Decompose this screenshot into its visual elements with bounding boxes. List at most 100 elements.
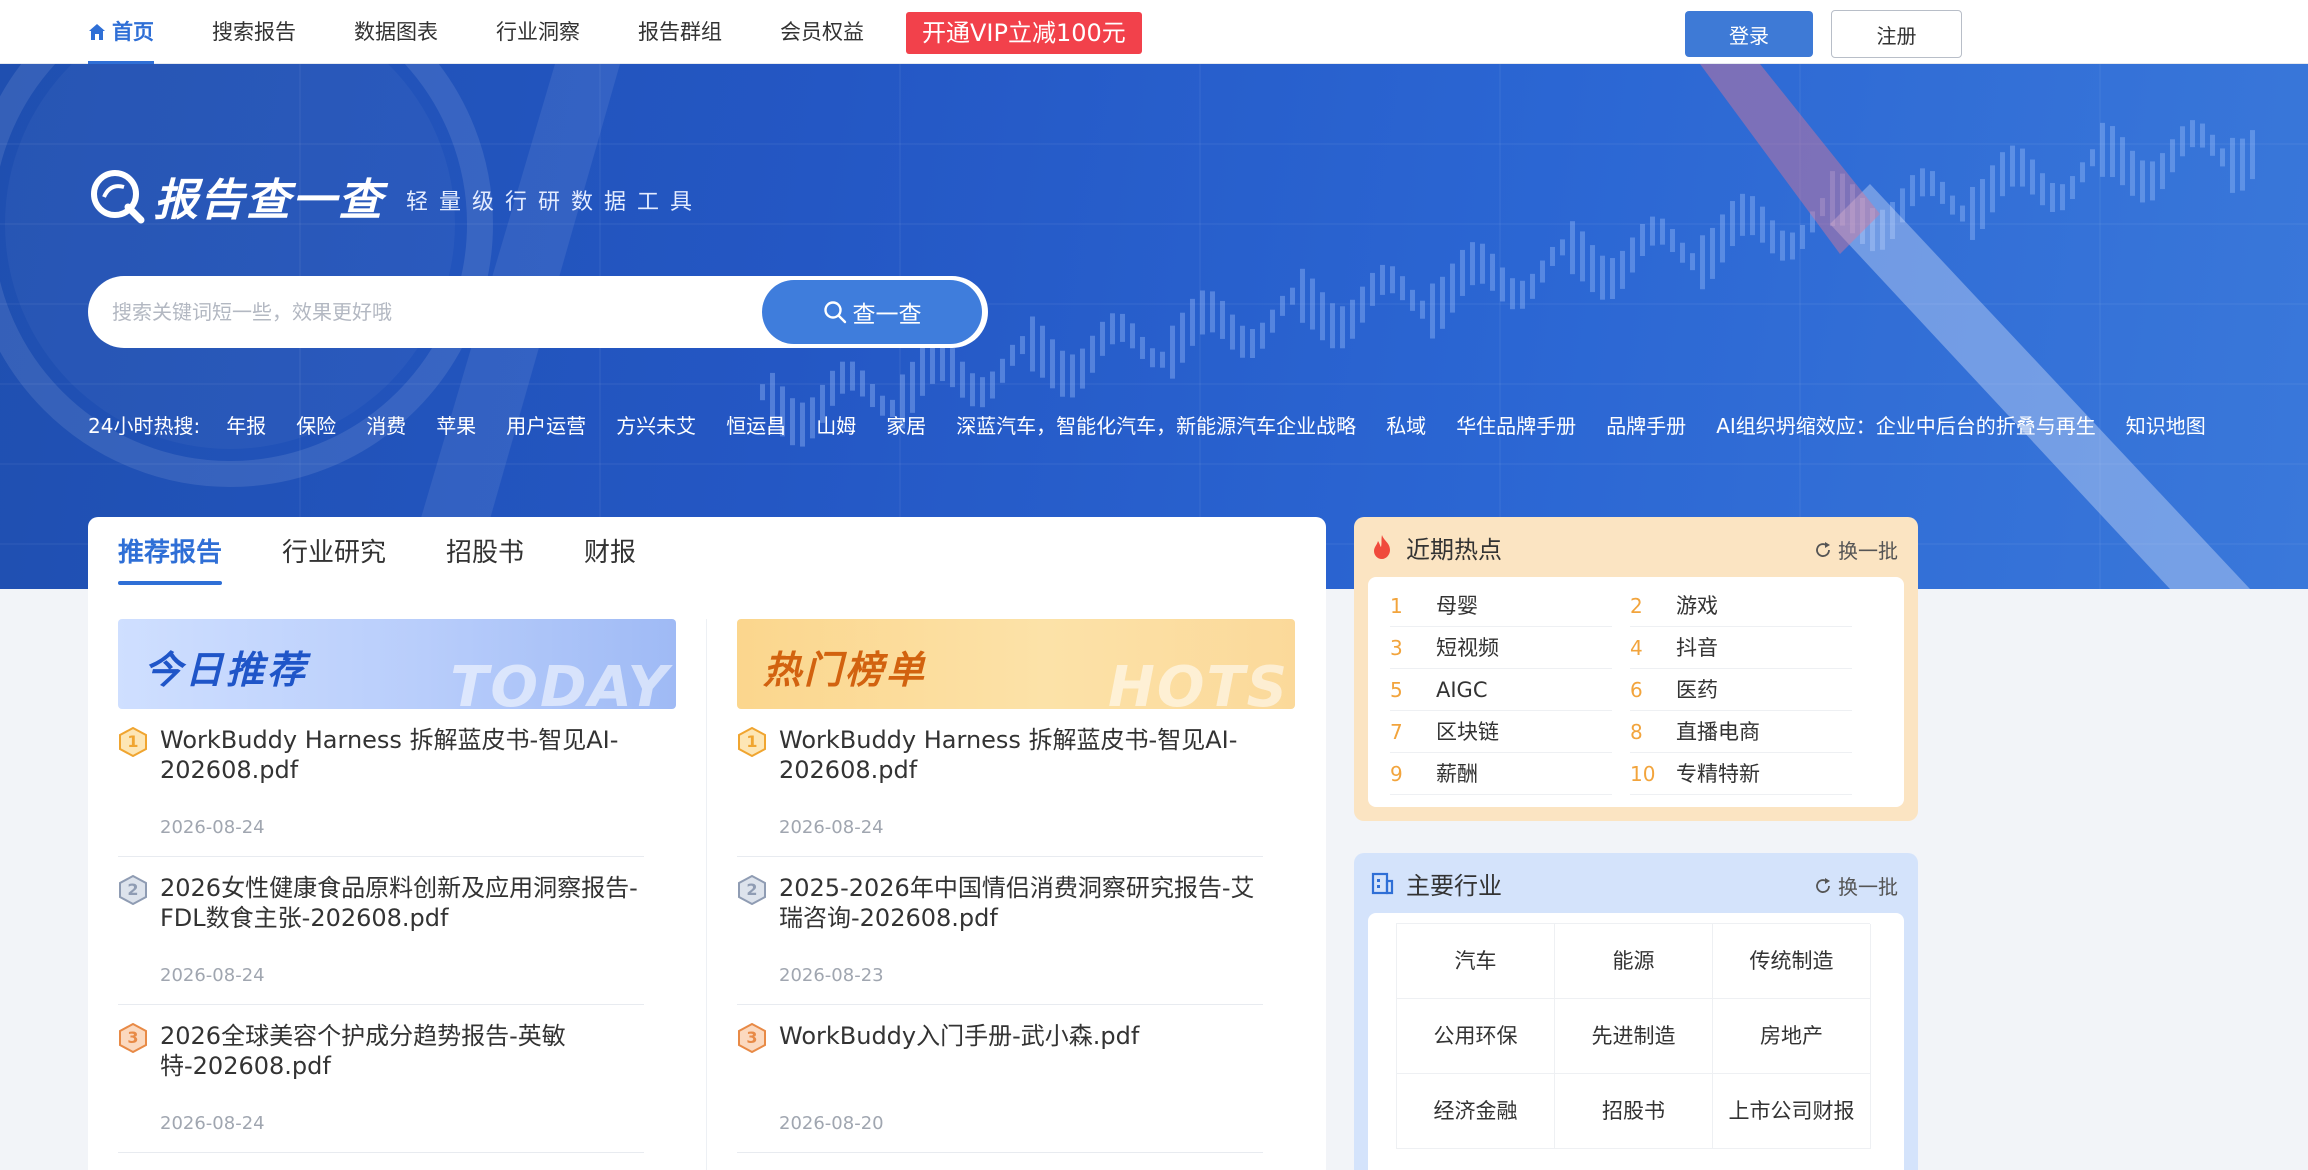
hot-topic-number: 2 xyxy=(1630,594,1643,618)
hot-search-keyword[interactable]: 方兴未艾 xyxy=(616,410,696,439)
hot-topic-number: 1 xyxy=(1390,594,1403,618)
industry-cell[interactable]: 公用环保 xyxy=(1397,999,1555,1074)
main-industry-refresh-button[interactable]: 换一批 xyxy=(1814,871,1898,900)
industry-cell[interactable]: 汽车 xyxy=(1397,924,1555,999)
hots-banner-title: 热门榜单 xyxy=(763,648,928,692)
hot-topic-item[interactable]: 8 直播电商 xyxy=(1630,711,1852,753)
hot-search-keyword[interactable]: 品牌手册 xyxy=(1606,410,1686,439)
hot-search-keyword[interactable]: 年报 xyxy=(226,410,266,439)
hot-topic-item[interactable]: 6 医药 xyxy=(1630,669,1852,711)
industry-cell[interactable]: 先进制造 xyxy=(1555,999,1713,1074)
hot-topic-item[interactable]: 5 AIGC xyxy=(1390,669,1612,711)
today-banner: 今日推荐 TODAY xyxy=(118,619,676,709)
report-title[interactable]: WorkBuddy Harness 拆解蓝皮书-智见AI-202608.pdf xyxy=(779,725,1263,785)
hot-topic-item[interactable]: 10 专精特新 xyxy=(1630,753,1852,795)
nav-item-data-charts[interactable]: 数据图表 xyxy=(354,0,438,64)
industry-cell[interactable]: 上市公司财报 xyxy=(1713,1074,1871,1149)
hot-topic-item[interactable]: 7 区块链 xyxy=(1390,711,1612,753)
rank-number: 2 xyxy=(746,880,758,899)
vip-promo-button[interactable]: 开通VIP立减100元 xyxy=(906,12,1142,54)
search-box: 查一查 xyxy=(88,276,988,348)
report-item[interactable]: 3 2026全球美容个护成分趋势报告-英敏特-202608.pdf 2026-08-… xyxy=(118,1021,644,1153)
report-title[interactable]: WorkBuddy Harness 拆解蓝皮书-智见AI-202608.pdf xyxy=(160,725,644,785)
industry-cell[interactable]: 经济金融 xyxy=(1397,1074,1555,1149)
tab-recommended[interactable]: 推荐报告 xyxy=(118,517,223,589)
hot-topic-item[interactable]: 3 短视频 xyxy=(1390,627,1612,669)
hot-topic-label: AIGC xyxy=(1436,678,1488,702)
hot-topic-number: 9 xyxy=(1390,762,1403,786)
industry-cell[interactable]: 招股书 xyxy=(1555,1074,1713,1149)
today-report-list: 1 WorkBuddy Harness 拆解蓝皮书-智见AI-202608.pdf… xyxy=(118,725,676,1153)
today-column: 今日推荐 TODAY 1 WorkBuddy Harness 拆解蓝皮书-智见AI… xyxy=(118,619,676,1153)
industry-cell[interactable]: 能源 xyxy=(1555,924,1713,999)
hot-topic-item[interactable]: 9 薪酬 xyxy=(1390,753,1612,795)
hot-search-keyword[interactable]: 家居 xyxy=(886,410,926,439)
rank-number: 1 xyxy=(746,732,758,751)
search-input[interactable] xyxy=(112,276,712,348)
report-title[interactable]: 2026女性健康食品原料创新及应用洞察报告-FDL数食主张-202608.pdf xyxy=(160,873,644,933)
report-item[interactable]: 1 WorkBuddy Harness 拆解蓝皮书-智见AI-202608.pdf… xyxy=(737,725,1263,857)
hot-search-keyword[interactable]: 深蓝汽车，智能化汽车，新能源汽车企业战略 xyxy=(956,410,1356,439)
hot-topic-grid: 1 母婴 2 游戏 3 短视频 4 抖音 5 AIGC 6 医药 7 区块链 8 直播电商 9 薪酬 10 专精特新 xyxy=(1390,585,1870,795)
report-tabs: 推荐报告 行业研究 招股书 财报 xyxy=(118,517,696,589)
hot-search-keyword[interactable]: AI组织坍缩效应：企业中后台的折叠与再生 xyxy=(1716,410,2096,439)
report-card: 推荐报告 行业研究 招股书 财报 今日推荐 TODAY 1 WorkBuddy H… xyxy=(88,517,1326,1170)
hots-report-list: 1 WorkBuddy Harness 拆解蓝皮书-智见AI-202608.pdf… xyxy=(737,725,1295,1153)
recent-hot-body: 1 母婴 2 游戏 3 短视频 4 抖音 5 AIGC 6 医药 7 区块链 8 直播电商 9 薪酬 10 专精特新 xyxy=(1368,577,1904,807)
tab-prospectus[interactable]: 招股书 xyxy=(446,517,524,589)
hot-search-keyword[interactable]: 消费 xyxy=(366,410,406,439)
nav-item-label: 搜索报告 xyxy=(212,20,296,44)
hot-topic-item[interactable]: 4 抖音 xyxy=(1630,627,1852,669)
rank-number: 3 xyxy=(127,1028,139,1047)
hot-search-bar: 24小时热搜: 年报 保险 消费 苹果 用户运营 方兴未艾 恒运昌 山姆 家居 深蓝汽车，智能化汽… xyxy=(88,394,2308,454)
nav-item-home[interactable]: 首页 xyxy=(88,0,154,64)
report-item[interactable]: 1 WorkBuddy Harness 拆解蓝皮书-智见AI-202608.pdf… xyxy=(118,725,644,857)
hot-topic-label: 区块链 xyxy=(1436,720,1499,744)
report-item[interactable]: 3 WorkBuddy入门手册-武小森.pdf 2026-08-20 xyxy=(737,1021,1263,1153)
hot-search-keyword[interactable]: 知识地图 xyxy=(2126,410,2206,439)
refresh-label: 换一批 xyxy=(1838,539,1898,563)
hot-search-label: 24小时热搜: xyxy=(88,413,201,438)
tab-industry-research[interactable]: 行业研究 xyxy=(282,517,386,589)
report-title[interactable]: 2026全球美容个护成分趋势报告-英敏特-202608.pdf xyxy=(160,1021,644,1081)
refresh-label: 换一批 xyxy=(1838,875,1898,899)
hot-topic-item[interactable]: 1 母婴 xyxy=(1390,585,1612,627)
hot-topic-label: 薪酬 xyxy=(1436,762,1478,786)
hot-search-keyword[interactable]: 山姆 xyxy=(816,410,856,439)
tab-financial-reports[interactable]: 财报 xyxy=(584,517,636,589)
nav-item-membership[interactable]: 会员权益 xyxy=(780,0,864,64)
industry-cell[interactable]: 房地产 xyxy=(1713,999,1871,1074)
refresh-icon xyxy=(1816,877,1830,893)
report-item[interactable]: 2 2026女性健康食品原料创新及应用洞察报告-FDL数食主张-202608.pd… xyxy=(118,873,644,1005)
login-button[interactable]: 登录 xyxy=(1685,11,1813,57)
rank-number: 3 xyxy=(746,1028,758,1047)
report-title[interactable]: WorkBuddy入门手册-武小森.pdf xyxy=(779,1021,1263,1051)
hot-search-keyword[interactable]: 华住品牌手册 xyxy=(1456,410,1576,439)
hot-search-keyword[interactable]: 私域 xyxy=(1386,410,1426,439)
recent-hot-refresh-button[interactable]: 换一批 xyxy=(1814,535,1898,564)
hot-topic-number: 10 xyxy=(1630,762,1656,786)
logo-mark-icon xyxy=(91,170,145,224)
hot-search-keyword[interactable]: 用户运营 xyxy=(506,410,586,439)
hot-topic-item[interactable]: 2 游戏 xyxy=(1630,585,1852,627)
search-button[interactable]: 查一查 xyxy=(762,280,982,344)
register-button[interactable]: 注册 xyxy=(1831,10,1962,58)
report-item[interactable]: 2 2025-2026年中国情侣消费洞察研究报告-艾瑞咨询-202608.pdf 2… xyxy=(737,873,1263,1005)
nav-item-industry-insight[interactable]: 行业洞察 xyxy=(496,0,580,64)
hot-search-keyword[interactable]: 恒运昌 xyxy=(726,410,786,439)
nav-item-label: 会员权益 xyxy=(780,20,864,44)
nav-item-label: 数据图表 xyxy=(354,20,438,44)
hot-search-keyword[interactable]: 保险 xyxy=(296,410,336,439)
hot-topic-label: 母婴 xyxy=(1436,594,1478,618)
industry-cell[interactable]: 传统制造 xyxy=(1713,924,1871,999)
nav-item-search-reports[interactable]: 搜索报告 xyxy=(212,0,296,64)
main-industry-body: 汽车 能源 传统制造公用环保 先进制造 房地产经济金融 招股书 上市公司财报 xyxy=(1368,913,1904,1170)
hot-topic-label: 短视频 xyxy=(1436,636,1499,660)
site-logo[interactable]: 报告查一查 轻量级行研数据工具 xyxy=(88,164,703,228)
rank-number: 1 xyxy=(127,732,139,751)
hot-topic-number: 3 xyxy=(1390,636,1403,660)
rank-number: 2 xyxy=(127,880,139,899)
nav-item-report-groups[interactable]: 报告群组 xyxy=(638,0,722,64)
report-title[interactable]: 2025-2026年中国情侣消费洞察研究报告-艾瑞咨询-202608.pdf xyxy=(779,873,1263,933)
hot-search-keyword[interactable]: 苹果 xyxy=(436,410,476,439)
